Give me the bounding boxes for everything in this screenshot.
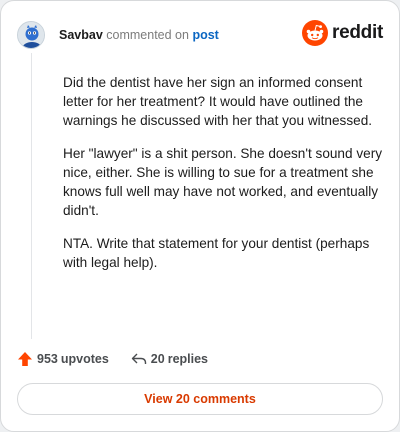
reddit-logo[interactable]: reddit [302, 20, 383, 46]
comment-paragraph: Her "lawyer" is a shit person. She doesn… [63, 146, 383, 218]
upvote-button[interactable]: 953 upvotes [17, 351, 109, 367]
upvote-label: upvotes [60, 352, 109, 366]
thread-line [31, 53, 32, 339]
avatar-icon [18, 22, 44, 48]
user-avatar[interactable] [17, 21, 45, 49]
upvote-arrow-icon [18, 352, 32, 366]
comment-paragraph: Did the dentist have her sign an informe… [63, 75, 373, 128]
comment-actions: 953 upvotes 20 replies [17, 349, 208, 369]
comment-header: Savbav commented on post reddit [17, 19, 383, 51]
comment-card: Savbav commented on post reddit Did the … [0, 0, 400, 432]
comment-meta: Savbav commented on post [59, 28, 219, 42]
reddit-wordmark: reddit [332, 22, 383, 43]
upvote-count: 953 [37, 352, 58, 366]
replies-button[interactable]: 20 replies [131, 351, 208, 367]
view-comments-button[interactable]: View 20 comments [17, 383, 383, 415]
comment-body: Did the dentist have her sign an informe… [63, 73, 383, 286]
replies-count: 20 [150, 352, 165, 366]
username-link[interactable]: Savbav [59, 28, 103, 42]
post-link[interactable]: post [192, 28, 218, 42]
replies-label: replies [167, 352, 209, 366]
comment-paragraph: NTA. Write that statement for your denti… [63, 236, 370, 270]
meta-verb: commented on [106, 28, 189, 42]
reply-arrow-icon [131, 353, 146, 364]
reddit-snoo-icon [302, 20, 329, 46]
